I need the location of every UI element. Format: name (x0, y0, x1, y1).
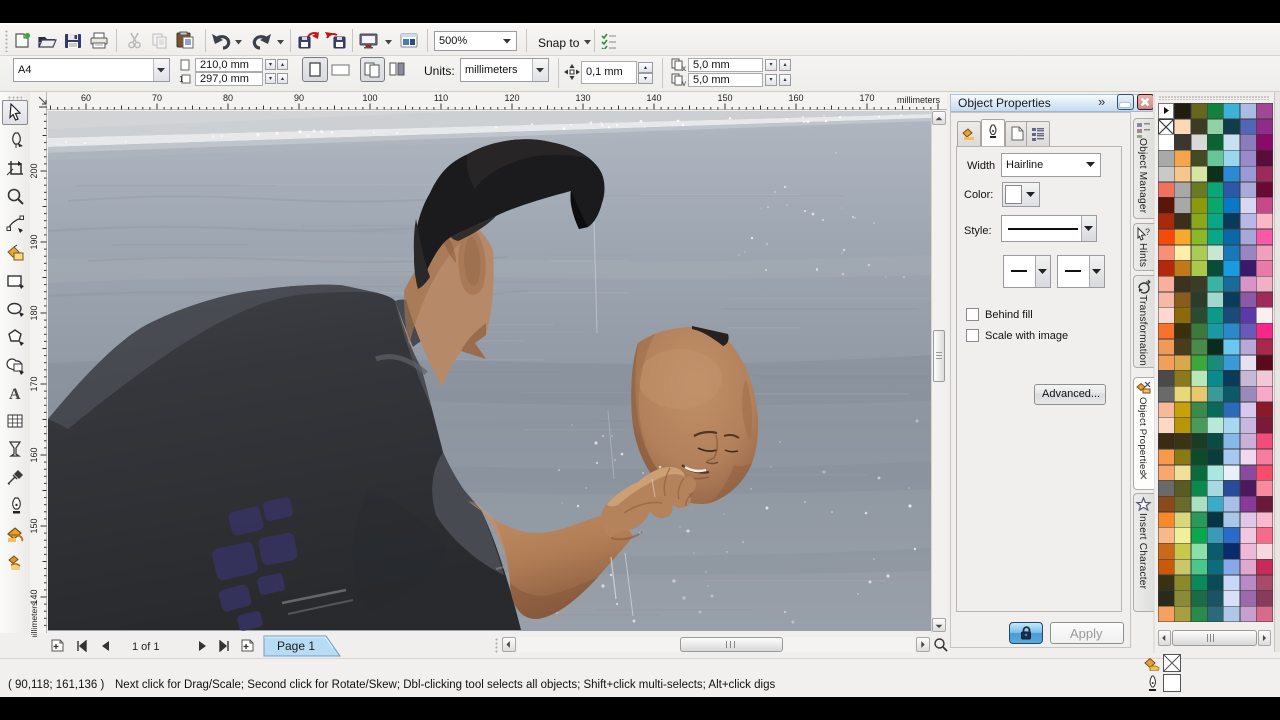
svg-text:?: ? (1145, 227, 1150, 237)
svg-text:180: 180 (30, 305, 39, 320)
svg-text:150: 150 (30, 518, 39, 533)
svg-text:120: 120 (504, 93, 519, 103)
svg-text:y: y (682, 79, 686, 86)
svg-text:150: 150 (717, 93, 732, 103)
svg-text:60: 60 (81, 93, 91, 103)
svg-text:130: 130 (575, 93, 590, 103)
svg-text:millimeters: millimeters (30, 602, 39, 637)
svg-text:160: 160 (30, 447, 39, 462)
svg-text:190: 190 (30, 234, 39, 249)
svg-text:millimeters: millimeters (897, 95, 941, 105)
svg-text:x: x (682, 64, 686, 71)
svg-text:80: 80 (223, 93, 233, 103)
svg-text:160: 160 (788, 93, 803, 103)
svg-text:200: 200 (30, 163, 39, 178)
svg-text:170: 170 (859, 93, 874, 103)
svg-text:110: 110 (434, 93, 448, 103)
svg-text:Page 1: Page 1 (277, 639, 315, 653)
svg-text:90: 90 (294, 93, 304, 103)
svg-text:1: 1 (179, 75, 184, 84)
svg-text:A: A (9, 386, 21, 403)
svg-text:100: 100 (362, 93, 377, 103)
svg-text:140: 140 (646, 93, 661, 103)
svg-text:70: 70 (152, 93, 162, 103)
svg-text:170: 170 (30, 376, 39, 391)
